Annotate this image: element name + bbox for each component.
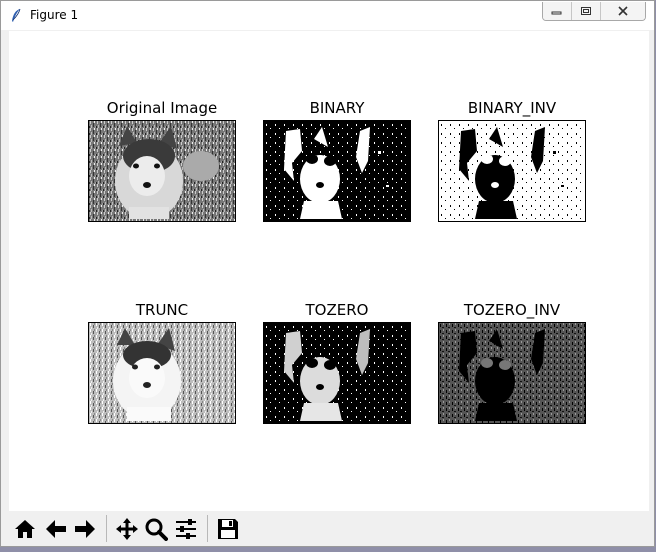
configure-subplots-button[interactable] xyxy=(172,514,200,543)
maximize-icon xyxy=(581,7,591,15)
configure-subplots-icon xyxy=(176,518,196,539)
window-title: Figure 1 xyxy=(30,8,79,22)
subplot-title: BINARY_INV xyxy=(467,99,557,117)
close-button[interactable] xyxy=(601,2,645,20)
navigation-toolbar xyxy=(9,511,649,546)
zoom-button[interactable] xyxy=(142,514,170,543)
subplot-trunc: TRUNC xyxy=(88,300,236,424)
original-image xyxy=(88,120,236,222)
tozero-inv-image xyxy=(438,322,586,424)
maximize-button[interactable] xyxy=(572,2,601,20)
save-icon xyxy=(218,518,238,539)
subplot-title: TOZERO xyxy=(305,301,369,319)
toolbar-separator xyxy=(106,515,107,542)
subplot-original: Original Image xyxy=(88,98,236,222)
subplot-binary: BINARY xyxy=(263,98,411,222)
binary-inv-image xyxy=(438,120,586,222)
forward-button[interactable] xyxy=(71,514,99,543)
subplot-title: TRUNC xyxy=(135,301,189,319)
subplot-binary-inv: BINARY_INV xyxy=(438,98,586,222)
minimize-icon xyxy=(551,11,562,15)
pan-button[interactable] xyxy=(113,514,141,543)
title-bar[interactable]: Figure 1 xyxy=(1,1,654,30)
subplot-title: BINARY xyxy=(309,99,365,117)
zoom-icon xyxy=(145,518,168,541)
trunc-image xyxy=(88,322,236,424)
subplot-tozero: TOZERO xyxy=(263,300,411,424)
minimize-button[interactable] xyxy=(543,2,572,20)
back-button[interactable] xyxy=(42,514,70,543)
binary-image xyxy=(263,120,411,222)
figure-window: Figure 1 Original Image BINARY BINARY_IN… xyxy=(0,0,655,547)
home-button[interactable] xyxy=(11,514,39,543)
toolbar-separator xyxy=(207,515,208,542)
close-icon xyxy=(618,6,628,16)
back-icon xyxy=(46,519,66,538)
pan-icon xyxy=(116,517,138,540)
home-icon xyxy=(15,519,35,538)
subplot-title: Original Image xyxy=(106,99,218,117)
tozero-image xyxy=(263,322,411,424)
save-button[interactable] xyxy=(214,514,242,543)
subplot-tozero-inv: TOZERO_INV xyxy=(438,300,586,424)
subplot-title: TOZERO_INV xyxy=(463,301,561,319)
window-controls xyxy=(542,2,646,21)
figure-canvas[interactable]: Original Image BINARY BINARY_INV TRUNC T… xyxy=(9,31,649,511)
forward-icon xyxy=(75,519,95,538)
feather-icon xyxy=(12,8,21,22)
